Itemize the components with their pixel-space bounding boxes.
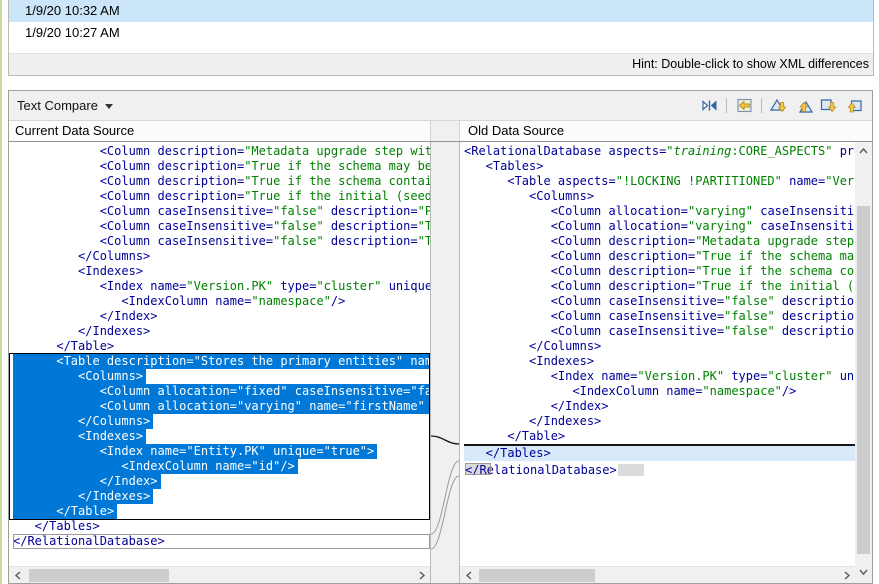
vertical-scrollbar[interactable]	[855, 142, 872, 583]
code-line: <IndexColumn name="id"/>	[13, 459, 430, 474]
code-line: <Column description="True if the initial…	[464, 279, 855, 294]
header-gutter	[430, 121, 460, 141]
code-line: <Column caseInsensitive="false" descript…	[13, 204, 430, 219]
code-line: <Column description="True if the schema …	[464, 249, 855, 264]
code-line: <Column caseInsensitive="false" descript…	[464, 294, 855, 309]
code-line: <Column allocation="varying" name="first…	[13, 399, 430, 414]
code-line: </RelationalDatabase>	[465, 463, 491, 475]
scrollbar-thumb[interactable]	[857, 206, 870, 554]
pane-headers: Current Data Source Old Data Source	[9, 121, 872, 142]
viewer-switch-dropdown[interactable]: Text Compare	[9, 98, 123, 113]
code-line: <Tables>	[464, 159, 855, 174]
version-history-list: 1/9/20 10:32 AM1/9/20 10:27 AM	[9, 0, 873, 44]
next-difference-icon[interactable]	[768, 95, 790, 117]
compare-titlebar: Text Compare	[9, 91, 872, 121]
code-line: <Column allocation="varying" caseInsensi…	[464, 204, 855, 219]
left-pane-header: Current Data Source	[9, 121, 430, 141]
compare-content: <Column description="Metadata upgrade st…	[9, 142, 872, 583]
toolbar-separator	[726, 98, 727, 113]
code-line: <RelationalDatabase aspects="training:CO…	[464, 144, 855, 159]
code-line: <Indexes>	[13, 264, 430, 279]
history-row[interactable]: 1/9/20 10:27 AM	[9, 22, 873, 44]
code-line: </Index>	[464, 399, 855, 414]
scroll-left-icon[interactable]	[9, 567, 26, 583]
left-horizontal-scrollbar[interactable]	[9, 566, 430, 583]
code-line: </Index>	[13, 474, 430, 489]
code-line: </Columns>	[13, 414, 430, 429]
scroll-right-icon[interactable]	[413, 567, 430, 583]
right-horizontal-scrollbar[interactable]	[460, 566, 855, 583]
code-line: <Table aspects="!LOCKING !PARTITIONED" n…	[464, 174, 855, 189]
copy-right-to-left-icon[interactable]	[733, 95, 755, 117]
code-line: </Tables>	[13, 519, 430, 534]
code-line: <Index name="Entity.PK" unique="true">	[13, 444, 430, 459]
code-line: <Column description="True if the initial…	[13, 189, 430, 204]
code-line: <Column allocation="fixed" caseInsensiti…	[13, 384, 430, 399]
scrollbar-thumb[interactable]	[29, 569, 169, 582]
code-line: <Columns>	[13, 369, 430, 384]
code-line: <Column allocation="varying" caseInsensi…	[464, 219, 855, 234]
viewer-title: Text Compare	[17, 98, 98, 113]
diff-connector-gutter	[430, 142, 460, 583]
code-line: <Indexes>	[13, 429, 430, 444]
compare-editor: Text Compare	[8, 90, 873, 584]
code-line: </Table>	[464, 429, 855, 444]
left-code-pane[interactable]: <Column description="Metadata upgrade st…	[9, 142, 430, 583]
right-code-pane[interactable]: <RelationalDatabase aspects="training:CO…	[460, 142, 855, 583]
code-line: <Column caseInsensitive="false" descript…	[13, 234, 430, 249]
code-line: <Column description="True if the schema …	[13, 159, 430, 174]
section-accent-border	[0, 0, 2, 584]
swap-left-right-icon[interactable]	[698, 95, 720, 117]
code-line: <Index name="Version.PK" type="cluster" …	[13, 279, 430, 294]
code-line: <Column description="Metadata upgrade st…	[13, 144, 430, 159]
code-line: <Column description="Metadata upgrade st…	[464, 234, 855, 249]
code-line: <Table description="Stores the primary e…	[13, 354, 430, 369]
toolbar-separator	[761, 98, 762, 113]
code-line: <Column caseInsensitive="false" descript…	[464, 324, 855, 339]
left-code-area[interactable]: <Column description="Metadata upgrade st…	[9, 142, 430, 566]
diff-connector-curves	[431, 142, 459, 583]
hint-text: Hint: Double-click to show XML differenc…	[9, 53, 873, 75]
code-line: </Columns>	[13, 249, 430, 264]
chevron-down-icon	[105, 104, 113, 109]
previous-difference-icon[interactable]	[793, 95, 815, 117]
code-line: </Tables>	[464, 444, 855, 461]
code-line: </Indexes>	[13, 324, 430, 339]
version-history-panel: 1/9/20 10:32 AM1/9/20 10:27 AM Hint: Dou…	[8, 0, 874, 76]
code-line: <Columns>	[464, 189, 855, 204]
compare-toolbar	[698, 95, 872, 117]
scroll-up-icon[interactable]	[855, 142, 872, 159]
previous-change-icon[interactable]	[843, 95, 865, 117]
code-line: <Column caseInsensitive="false" descript…	[464, 309, 855, 324]
code-line: <Column caseInsensitive="false" descript…	[13, 219, 430, 234]
code-line: </Indexes>	[464, 414, 855, 429]
code-line: <Indexes>	[464, 354, 855, 369]
scroll-right-icon[interactable]	[838, 567, 855, 583]
code-line: </Table>	[13, 339, 430, 354]
code-line: <Column description="True if the schema …	[464, 264, 855, 279]
right-code-area[interactable]: <RelationalDatabase aspects="training:CO…	[460, 142, 855, 566]
code-line: </Index>	[13, 309, 430, 324]
code-line: </Table>	[13, 504, 430, 519]
code-line: <IndexColumn name="namespace"/>	[13, 294, 430, 309]
diff-filler-chip	[618, 464, 644, 476]
code-line: </RelationalDatabase>	[13, 534, 430, 549]
scroll-left-icon[interactable]	[460, 567, 477, 583]
right-pane-header: Old Data Source	[460, 121, 872, 141]
scroll-down-icon[interactable]	[855, 563, 872, 580]
code-line: <Column description="True if the schema …	[13, 174, 430, 189]
history-row[interactable]: 1/9/20 10:32 AM	[9, 0, 873, 22]
code-line: <IndexColumn name="namespace"/>	[464, 384, 855, 399]
code-line: </Indexes>	[13, 489, 430, 504]
code-line: <Index name="Version.PK" type="cluster" …	[464, 369, 855, 384]
scrollbar-thumb[interactable]	[479, 569, 595, 582]
next-change-icon[interactable]	[818, 95, 840, 117]
code-line: </Columns>	[464, 339, 855, 354]
